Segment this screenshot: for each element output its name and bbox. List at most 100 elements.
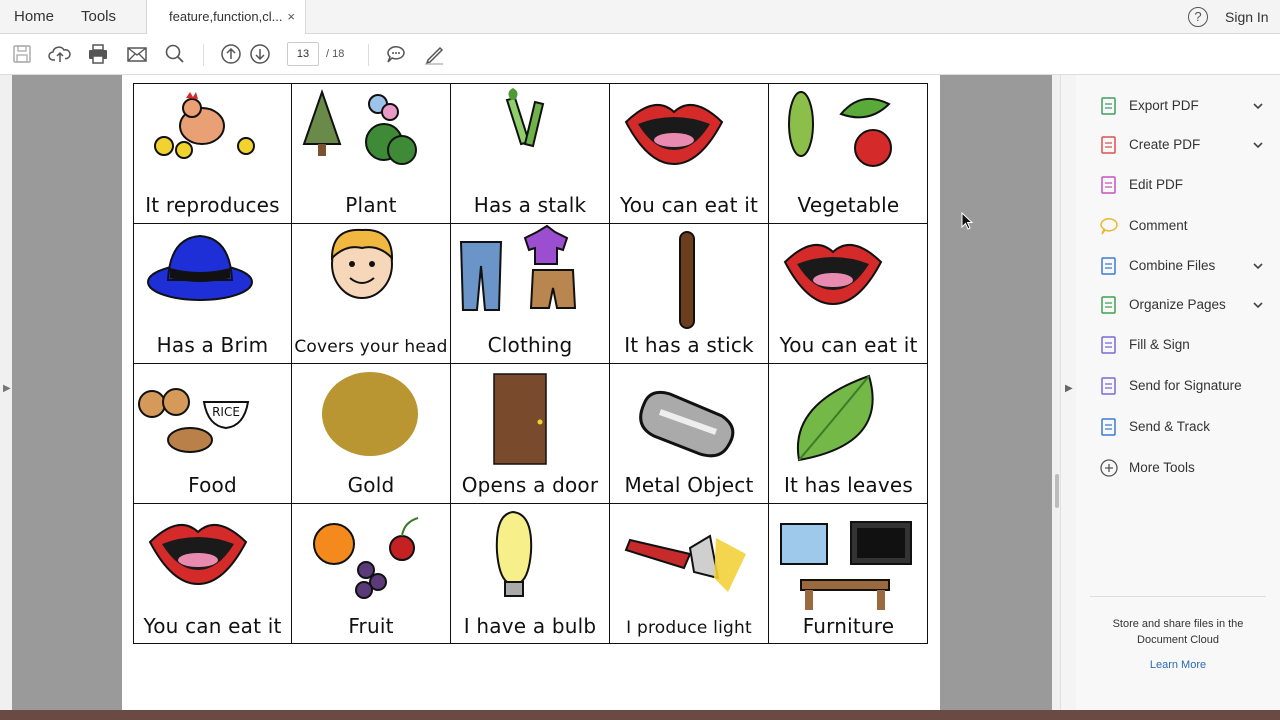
create-pdf-icon: [1101, 136, 1116, 154]
picture-card-label: Food: [188, 473, 237, 497]
picture-card-label: Gold: [347, 473, 395, 497]
picture-card-label: It has a stick: [624, 333, 754, 357]
close-icon[interactable]: ×: [287, 0, 295, 34]
comment-icon[interactable]: [384, 42, 408, 66]
picture-card-label: Metal Object: [624, 473, 754, 497]
chevron-down-icon[interactable]: [1252, 139, 1264, 151]
expand-arrow-icon[interactable]: ▶: [3, 383, 11, 394]
mouth-illustration: [148, 523, 248, 586]
picture-card-label: Fruit: [348, 614, 394, 638]
tree-flower-bush-illustration: [302, 88, 417, 165]
document-cloud-text: Store and share files in the Document Cl…: [1112, 618, 1244, 646]
cookies-rice-chicken-illustration: RICE: [138, 388, 250, 453]
print-icon[interactable]: [86, 42, 110, 66]
mouth-illustration: [624, 103, 724, 166]
picture-card: Fruit: [292, 504, 451, 644]
tool-label: Comment: [1129, 218, 1188, 233]
picture-card-label: Plant: [345, 193, 397, 217]
tools-menu[interactable]: Tools: [81, 0, 116, 34]
os-taskbar: [0, 710, 1280, 720]
toolbar-divider: [203, 44, 204, 66]
gold-oval-illustration: [322, 372, 418, 456]
svg-text:RICE: RICE: [212, 405, 240, 419]
scrollbar-thumb[interactable]: [1055, 474, 1059, 508]
tool-more-tools[interactable]: More Tools: [1098, 457, 1268, 481]
sign-in-link[interactable]: Sign In: [1225, 0, 1269, 34]
picture-card: You can eat it: [769, 224, 928, 364]
hen-and-chicks-illustration: [154, 92, 255, 159]
picture-card-label: Opens a door: [461, 473, 599, 497]
picture-card: Has a stalk: [451, 84, 610, 224]
tool-label: Export PDF: [1129, 98, 1199, 113]
right-panel-toggle[interactable]: ▶: [1060, 75, 1076, 720]
picture-card-label: I have a bulb: [463, 614, 597, 638]
picture-card: Vegetable: [769, 84, 928, 224]
mouth-illustration: [783, 243, 883, 306]
chevron-down-icon[interactable]: [1252, 260, 1264, 272]
picture-card-grid: It reproduces Plant Has a stalk You can eat…: [133, 83, 928, 644]
tool-send-track[interactable]: Send & Track: [1098, 416, 1268, 440]
blue-hat-illustration: [147, 234, 253, 301]
tools-pane: Store and share files in the Document Cl…: [1076, 75, 1280, 720]
tool-label: Edit PDF: [1129, 177, 1184, 192]
picture-card-label: Has a Brim: [156, 333, 269, 357]
leaf-illustration: [796, 374, 874, 462]
picture-card: It has a stick: [610, 224, 769, 364]
picture-card: You can eat it: [610, 84, 769, 224]
picture-card: Opens a door: [451, 364, 610, 504]
picture-card-label: Has a stalk: [473, 193, 587, 217]
learn-more-link[interactable]: Learn More: [1098, 659, 1258, 671]
left-panel-toggle[interactable]: ▶: [0, 75, 12, 720]
document-viewer[interactable]: ▶ It reproduces Plant Has a stalk You can e…: [0, 75, 1060, 720]
export-pdf-icon: [1101, 97, 1116, 115]
pdf-page: It reproduces Plant Has a stalk You can eat…: [122, 75, 940, 720]
tool-label: More Tools: [1129, 460, 1195, 475]
toolbar: 13 / 18: [0, 34, 1280, 75]
fill-sign-icon: [1101, 336, 1116, 354]
page-number-input[interactable]: 13: [287, 42, 319, 66]
corn-peas-tomato-illustration: [788, 91, 892, 167]
tool-label: Create PDF: [1129, 137, 1201, 152]
sign-icon[interactable]: [422, 42, 446, 66]
picture-card: It has leaves: [769, 364, 928, 504]
tool-label: Fill & Sign: [1129, 337, 1190, 352]
collapse-arrow-icon[interactable]: ▶: [1065, 383, 1073, 394]
picture-card: Has a Brim: [134, 224, 292, 364]
vertical-scrollbar[interactable]: [1052, 75, 1060, 720]
picture-card-label: I produce light: [626, 618, 752, 638]
send-signature-icon: [1101, 377, 1116, 395]
chevron-down-icon[interactable]: [1252, 299, 1264, 311]
chevron-down-icon[interactable]: [1252, 100, 1264, 112]
picture-card: RICE Food: [134, 364, 292, 504]
pane-divider: [1090, 596, 1266, 597]
tool-organize-pages[interactable]: Organize Pages: [1098, 294, 1268, 318]
tool-create-pdf[interactable]: Create PDF: [1098, 134, 1268, 158]
next-page-icon[interactable]: [248, 42, 272, 66]
save-icon[interactable]: [10, 42, 34, 66]
tool-label: Combine Files: [1129, 258, 1216, 273]
light-bulb-illustration: [495, 510, 533, 597]
picture-card-label: It has leaves: [783, 473, 914, 497]
tool-edit-pdf[interactable]: Edit PDF: [1098, 174, 1268, 198]
picture-card-label: You can eat it: [779, 333, 918, 357]
tool-label: Organize Pages: [1129, 297, 1226, 312]
upload-icon[interactable]: [48, 42, 72, 66]
tool-fill-sign[interactable]: Fill & Sign: [1098, 334, 1268, 358]
combine-files-icon: [1101, 257, 1116, 275]
search-icon[interactable]: [163, 42, 187, 66]
tool-send-for-signature[interactable]: Send for Signature: [1098, 375, 1268, 399]
document-tab-title: feature,function,cl...: [169, 9, 283, 24]
home-menu[interactable]: Home: [14, 0, 54, 34]
previous-page-icon[interactable]: [219, 42, 243, 66]
picture-card-label: You can eat it: [143, 614, 282, 638]
email-icon[interactable]: [125, 42, 149, 66]
picture-card: I produce light: [610, 504, 769, 644]
tool-combine-files[interactable]: Combine Files: [1098, 255, 1268, 279]
document-tab[interactable]: feature,function,cl... ×: [146, 0, 306, 35]
tool-comment[interactable]: Comment: [1098, 215, 1268, 239]
stick-illustration: [679, 231, 695, 329]
help-icon[interactable]: ?: [1188, 7, 1208, 27]
tool-export-pdf[interactable]: Export PDF: [1098, 95, 1268, 119]
picture-card: Metal Object: [610, 364, 769, 504]
organize-pages-icon: [1101, 296, 1116, 314]
